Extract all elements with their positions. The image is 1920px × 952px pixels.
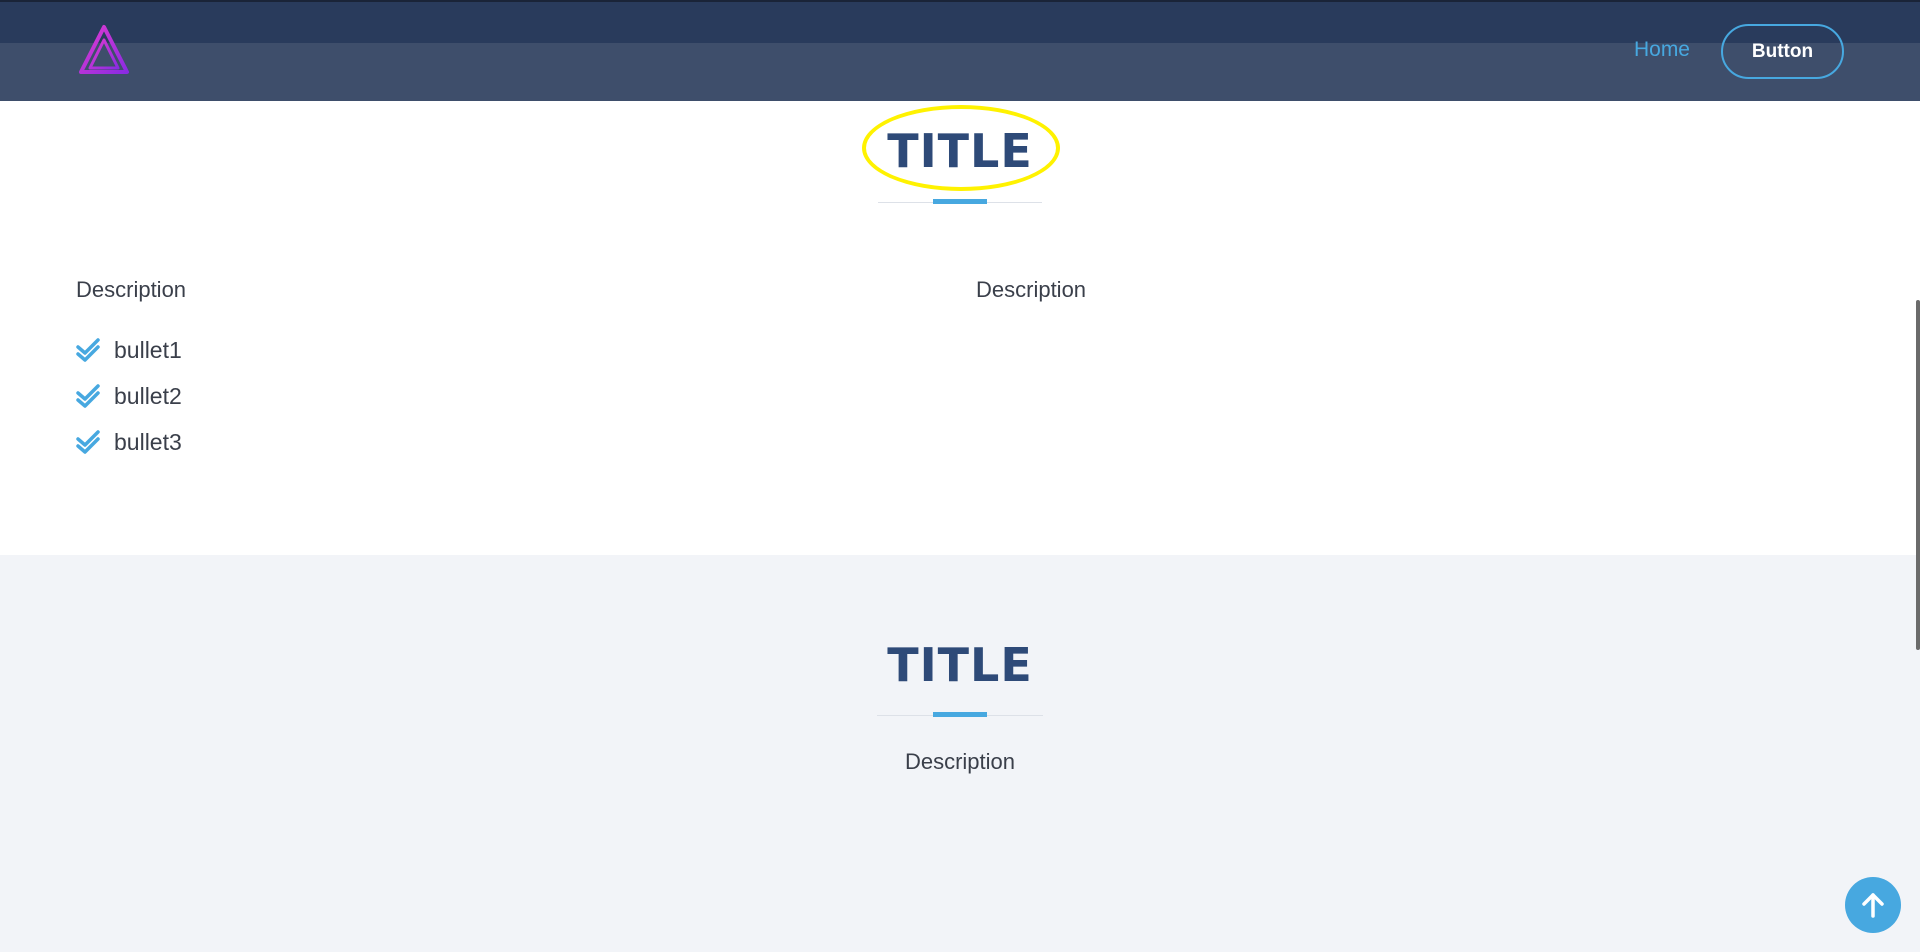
section-1-description-right: Description — [976, 277, 1087, 302]
site-header: Home Button — [0, 0, 1920, 101]
section-1-title: TITLE — [887, 124, 1033, 178]
triangle-a-logo-icon[interactable] — [78, 24, 130, 76]
header-button[interactable]: Button — [1721, 24, 1844, 79]
scrollbar-thumb[interactable] — [1916, 300, 1920, 650]
bullet-text: bullet3 — [114, 428, 182, 455]
section-2-divider-accent — [933, 712, 987, 717]
page-viewport: Home Button TITLE Description Descriptio… — [0, 0, 1920, 952]
bullet-text: bullet1 — [114, 336, 182, 363]
arrow-up-icon — [1862, 893, 1884, 918]
bullet-text: bullet2 — [114, 382, 182, 409]
list-item: bullet2 — [76, 373, 182, 419]
section-2-description: Description — [904, 749, 1016, 774]
list-item: bullet3 — [76, 419, 182, 465]
section-2-title: TITLE — [887, 638, 1033, 692]
header-top-band — [0, 0, 1920, 43]
list-item: bullet1 — [76, 327, 182, 373]
section-1-divider-accent — [933, 199, 987, 204]
double-check-icon — [76, 384, 100, 408]
double-check-icon — [76, 338, 100, 362]
nav-home-link[interactable]: Home — [1634, 38, 1690, 62]
back-to-top-button[interactable] — [1845, 877, 1901, 933]
section-1-description-left: Description — [76, 277, 187, 302]
double-check-icon — [76, 430, 100, 454]
bullet-list: bullet1 bullet2 bullet3 — [76, 327, 182, 465]
